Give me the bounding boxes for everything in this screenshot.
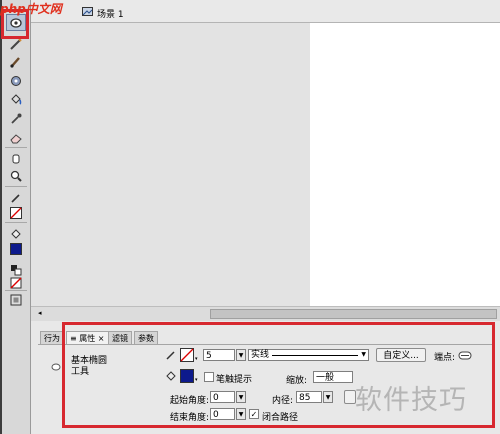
zoom-tool-icon[interactable] <box>7 168 25 183</box>
fill-color-bucket-icon[interactable] <box>7 226 25 241</box>
tab-actions[interactable]: 行为 <box>40 331 64 345</box>
watermark: 软件技巧 <box>355 385 467 416</box>
eraser-tool-icon[interactable] <box>7 130 25 145</box>
logo: php中文网 <box>0 0 62 16</box>
fill-color-swatch-icon[interactable] <box>7 241 25 256</box>
toolbar-divider <box>5 290 27 291</box>
tools-panel <box>2 0 31 434</box>
hand-tool-icon[interactable] <box>7 151 25 166</box>
toolbar-divider <box>5 147 27 148</box>
paint-bucket-tool-icon[interactable] <box>7 92 25 107</box>
scroll-left-arrow-icon[interactable]: ◂ <box>38 309 42 317</box>
toolbar-divider <box>5 186 27 187</box>
stage-canvas[interactable] <box>310 23 500 320</box>
scrollbar-thumb[interactable] <box>210 309 497 319</box>
object-drawing-mode-icon[interactable] <box>7 292 25 307</box>
scene-label: 场景 1 <box>97 10 124 20</box>
oval-tool-preview-icon <box>51 363 61 374</box>
brush-tool-icon[interactable] <box>7 53 25 68</box>
stroke-color-pencil-icon[interactable] <box>7 190 25 205</box>
scene-icon <box>82 6 94 20</box>
no-color-icon[interactable] <box>7 275 25 290</box>
eyedropper-tool-icon[interactable] <box>7 111 25 126</box>
logo-text: php中文网 <box>0 2 62 16</box>
ink-bottle-tool-icon[interactable] <box>7 73 25 88</box>
toolbar-divider <box>5 222 27 223</box>
stroke-color-swatch-icon[interactable] <box>7 205 25 220</box>
